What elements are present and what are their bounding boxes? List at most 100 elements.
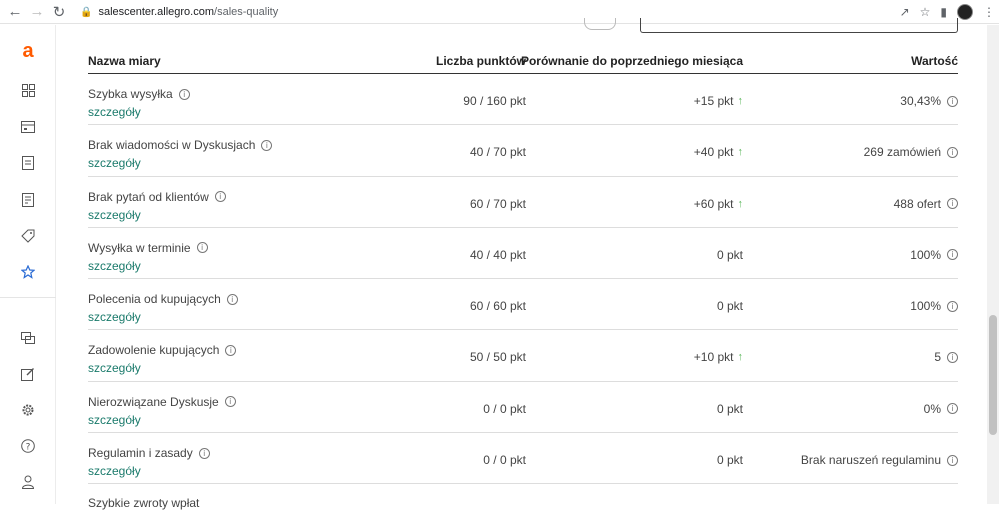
menu-dots-icon[interactable]: ⋮ (983, 5, 995, 19)
metric-label: Nierozwiązane Dyskusje (88, 394, 219, 409)
details-link[interactable]: szczegóły (88, 361, 141, 375)
user-icon[interactable] (19, 473, 37, 491)
points-value: 50 / 50 pkt (469, 350, 526, 365)
info-icon[interactable]: i (198, 447, 210, 459)
compare-cell: 0 pkt (717, 248, 743, 262)
details-link[interactable]: szczegóły (88, 310, 141, 324)
table-row: Regulamin i zasady i szczegóły 0 / 0 pkt… (88, 433, 958, 485)
tag-icon[interactable] (19, 227, 37, 245)
metric-value: Brak naruszeń regulaminu (800, 453, 941, 468)
share-icon[interactable]: ↗ (900, 5, 910, 19)
value-cell: 0% i (924, 402, 958, 416)
info-icon[interactable]: i (178, 88, 190, 100)
svg-text:?: ? (26, 443, 31, 453)
dashboard-icon[interactable] (19, 81, 37, 99)
page-scrollbar[interactable] (987, 25, 999, 504)
metric-label: Wysyłka w terminie (88, 240, 191, 255)
sidebar: a ? (0, 25, 56, 504)
table-body: Szybka wysyłka i szczegóły 90 / 160 pkt … (88, 74, 958, 485)
arrow-up-icon: ↑ (737, 197, 744, 210)
details-link[interactable]: szczegóły (88, 156, 141, 170)
info-icon[interactable]: i (947, 351, 958, 363)
info-icon[interactable]: i (947, 454, 958, 466)
header-points: Liczba punktów (436, 54, 526, 68)
points-value: 60 / 70 pkt (469, 196, 526, 211)
arrow-up-icon: ↑ (737, 146, 744, 159)
points-value: 90 / 160 pkt (463, 94, 526, 108)
metric-value: 269 zamówień (863, 145, 941, 160)
metric-name: Brak wiadomości w Dyskusjach i (88, 138, 273, 152)
star-icon[interactable] (19, 263, 37, 281)
details-link[interactable]: szczegóły (88, 413, 141, 427)
value-cell: 100% i (910, 299, 958, 313)
messages-icon[interactable] (19, 329, 37, 347)
sidebar-divider (0, 297, 56, 298)
details-link[interactable]: szczegóły (88, 259, 141, 273)
partial-row-label: Szybkie zwroty wpłat (88, 496, 200, 510)
details-link[interactable]: szczegóły (88, 105, 141, 119)
metric-label: Szybka wysyłka (88, 87, 173, 101)
compare-cell: 0 pkt (717, 402, 743, 416)
search-input[interactable] (640, 18, 958, 33)
offers-icon[interactable] (19, 191, 37, 209)
header-value: Wartość (911, 54, 958, 68)
help-icon[interactable]: ? (19, 437, 37, 455)
settings-gear-icon[interactable] (19, 401, 37, 419)
address-bar[interactable]: 🔒 salescenter.allegro.com/sales-quality (80, 0, 278, 24)
points-value: 40 / 40 pkt (469, 247, 526, 262)
table-row: Nierozwiązane Dyskusje i szczegóły 0 / 0… (88, 382, 958, 434)
profile-avatar[interactable] (957, 4, 973, 20)
info-icon[interactable]: i (225, 344, 237, 356)
header-name: Nazwa miary (88, 54, 161, 68)
compare-cell: +40 pkt ↑ (694, 145, 743, 159)
orders-icon[interactable] (19, 154, 37, 172)
points-value: 0 / 0 pkt (483, 401, 526, 416)
forward-icon[interactable]: → (26, 1, 48, 23)
points-value: 0 / 0 pkt (483, 453, 526, 468)
info-icon[interactable]: i (947, 403, 958, 415)
scrollbar-thumb[interactable] (989, 315, 997, 435)
info-icon[interactable]: i (947, 198, 958, 210)
compare-cell: +15 pkt ↑ (694, 94, 743, 108)
metric-name: Zadowolenie kupujących i (88, 343, 237, 358)
metric-value: 5 (934, 350, 941, 365)
value-cell: 100% i (910, 248, 958, 262)
metric-value: 100% (910, 247, 941, 262)
metric-value: 30,43% (900, 94, 941, 108)
arrow-up-icon: ↑ (737, 95, 744, 107)
info-icon[interactable]: i (224, 396, 236, 408)
metric-label: Regulamin i zasady (88, 446, 193, 461)
info-icon[interactable]: i (947, 249, 958, 261)
compare-value: +10 pkt (693, 350, 734, 365)
metric-name: Wysyłka w terminie i (88, 241, 208, 255)
metric-label: Polecenia od kupujących (88, 292, 221, 307)
side-panel-icon[interactable]: ▮ (940, 5, 947, 19)
info-icon[interactable]: i (214, 191, 226, 203)
edit-icon[interactable] (19, 365, 37, 383)
quality-table: Nazwa miary Liczba punktów Porównanie do… (88, 48, 958, 485)
url-host: salescenter.allegro.com (98, 6, 215, 18)
details-link[interactable]: szczegóły (88, 208, 141, 222)
metric-label: Zadowolenie kupujących (88, 343, 220, 358)
arrow-up-icon: ↑ (737, 351, 744, 364)
lock-icon: 🔒 (80, 6, 93, 18)
info-icon[interactable]: i (226, 293, 238, 305)
value-cell: 488 ofert i (894, 197, 958, 211)
info-icon[interactable]: i (947, 95, 958, 107)
toggle-button[interactable] (584, 18, 616, 30)
info-icon[interactable]: i (261, 139, 273, 151)
back-icon[interactable]: ← (4, 1, 26, 23)
store-icon[interactable] (19, 118, 37, 136)
compare-value: +60 pkt (693, 196, 734, 211)
table-row: Brak pytań od klientów i szczegóły 60 / … (88, 177, 958, 228)
compare-cell: 0 pkt (717, 453, 743, 467)
info-icon[interactable]: i (196, 242, 208, 254)
reload-icon[interactable]: ↻ (48, 1, 70, 23)
value-cell: 269 zamówień i (864, 145, 958, 159)
metric-value: 0% (923, 401, 941, 416)
allegro-logo[interactable]: a (19, 40, 37, 62)
info-icon[interactable]: i (947, 146, 958, 158)
bookmark-star-icon[interactable]: ☆ (920, 5, 931, 19)
details-link[interactable]: szczegóły (88, 464, 141, 478)
info-icon[interactable]: i (947, 300, 958, 312)
